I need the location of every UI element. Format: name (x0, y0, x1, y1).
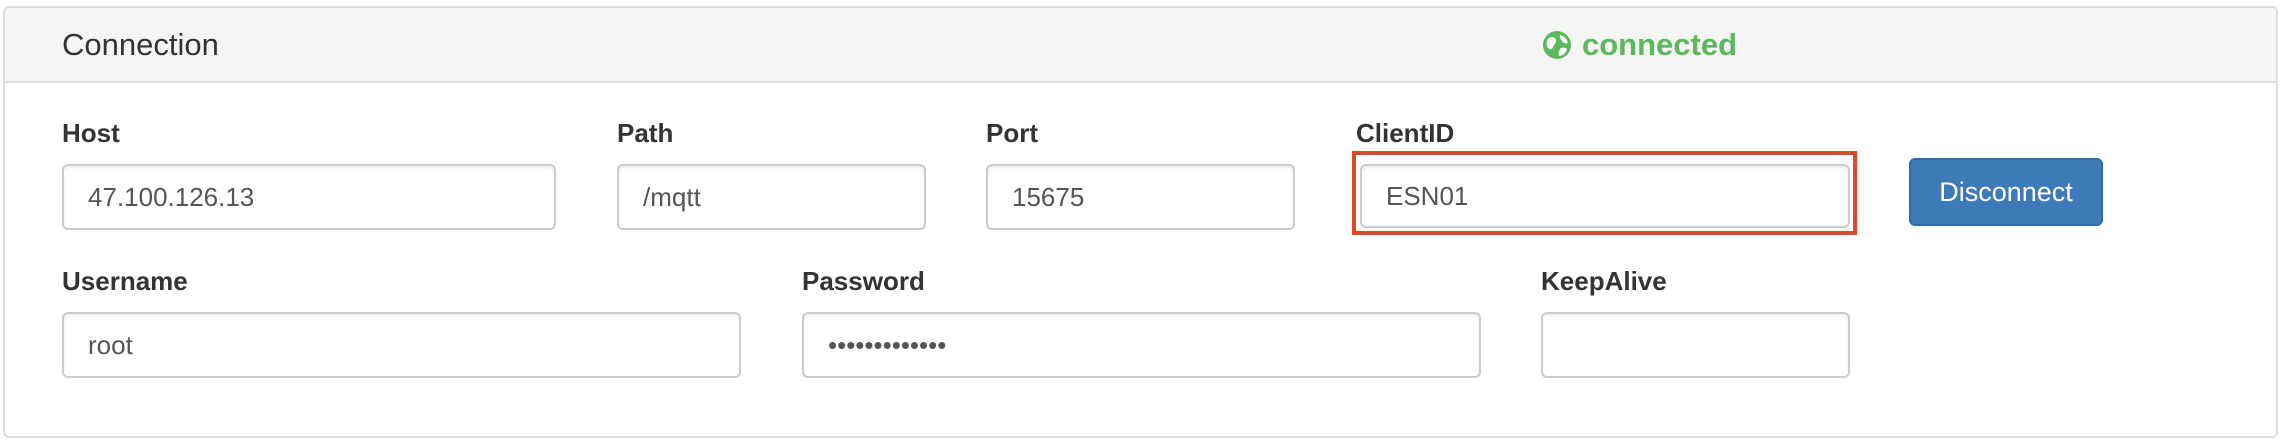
panel-heading: Connection connected (5, 8, 2276, 83)
path-label: Path (617, 118, 674, 148)
port-label: Port (986, 118, 1038, 148)
globe-icon (1542, 30, 1572, 60)
password-label: Password (802, 266, 925, 296)
path-input[interactable] (617, 164, 926, 230)
clientid-input[interactable] (1360, 164, 1850, 228)
disconnect-button[interactable]: Disconnect (1909, 158, 2103, 226)
password-input[interactable] (802, 312, 1481, 378)
host-input[interactable] (62, 164, 556, 230)
connection-status: connected (1542, 26, 1737, 64)
keepalive-label: KeepAlive (1541, 266, 1667, 296)
username-label: Username (62, 266, 188, 296)
status-text: connected (1582, 27, 1738, 62)
keepalive-input[interactable] (1541, 312, 1850, 378)
panel-title: Connection (62, 27, 219, 62)
username-input[interactable] (62, 312, 741, 378)
clientid-label: ClientID (1356, 118, 1455, 148)
port-input[interactable] (986, 164, 1295, 230)
host-label: Host (62, 118, 120, 148)
